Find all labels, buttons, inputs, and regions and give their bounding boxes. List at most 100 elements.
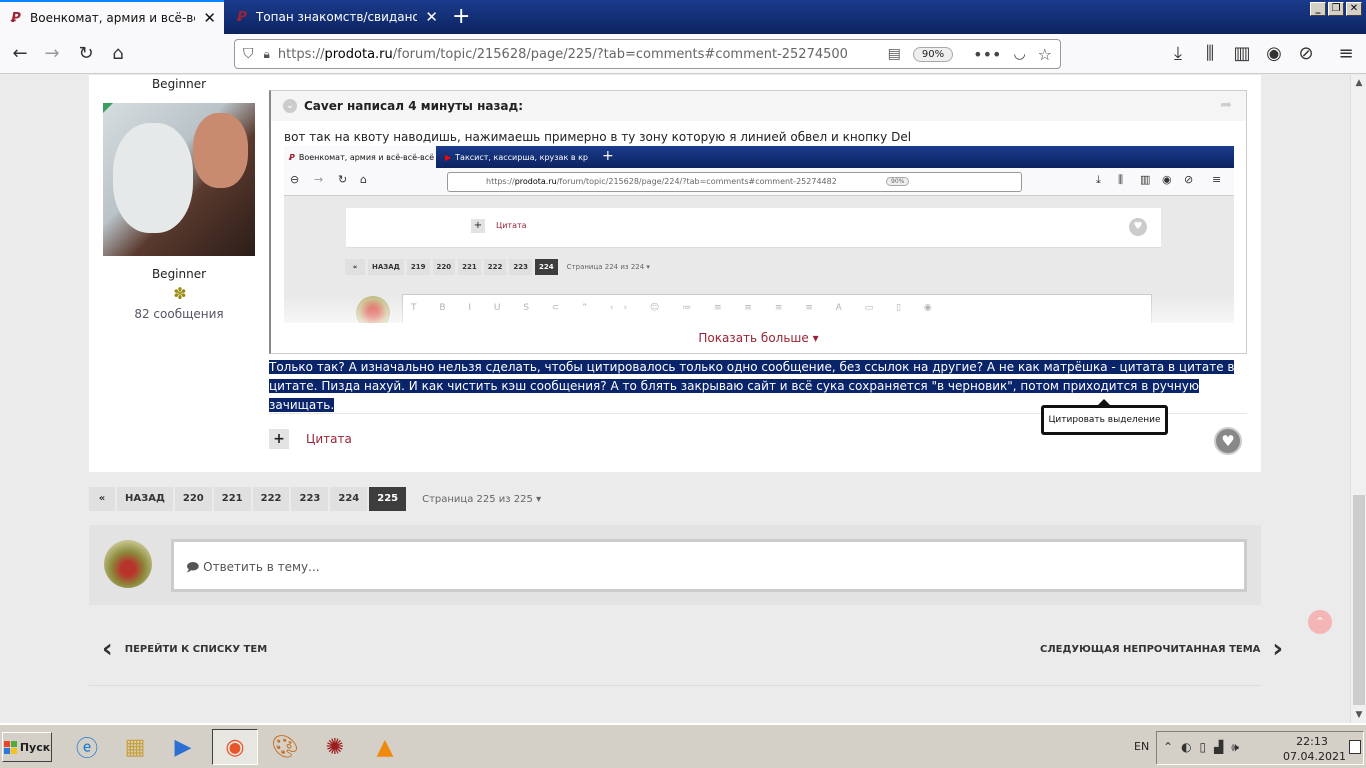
- quote-plus-button[interactable]: +: [269, 429, 289, 449]
- close-icon[interactable]: ✕: [203, 9, 216, 27]
- lock-icon[interactable]: 🔒︎: [264, 47, 270, 62]
- tab-voenkomat[interactable]: Ꝑ Военкомат, армия и всё-всё-всё ✕: [0, 0, 224, 34]
- new-tab-icon: +: [602, 148, 614, 164]
- embedded-page-link: 221: [458, 259, 481, 275]
- window-controls: _ ❐ ✕: [1310, 2, 1362, 16]
- game-app-icon[interactable]: ✺: [312, 729, 358, 765]
- close-icon[interactable]: ✕: [425, 8, 438, 26]
- embedded-tab-title: Таксист, кассирша, крузак в кр: [455, 152, 588, 162]
- back-icon[interactable]: ←: [8, 42, 32, 66]
- embedded-pager: « НАЗАД 219 220 221 222 223 224 Страница…: [345, 259, 650, 275]
- caret-down-icon: ▾: [812, 331, 819, 345]
- downloads-icon[interactable]: ⤓: [1166, 42, 1190, 66]
- share-icon[interactable]: ➦: [1220, 97, 1232, 113]
- more-actions-icon[interactable]: •••: [973, 45, 1001, 64]
- internet-explorer-icon[interactable]: ⓔ: [64, 729, 110, 765]
- youtube-favicon-icon: ▶: [445, 152, 452, 162]
- page-link[interactable]: 224: [330, 487, 368, 511]
- menu-icon[interactable]: ≡: [1334, 42, 1358, 66]
- zoom-badge[interactable]: 90%: [912, 46, 954, 62]
- start-label: Пуск: [19, 740, 51, 754]
- menu-icon: ≡: [1212, 173, 1222, 186]
- minimize-icon[interactable]: _: [1310, 2, 1326, 16]
- sidebar-icon[interactable]: ▥: [1230, 42, 1254, 66]
- page-link[interactable]: 221: [213, 487, 251, 511]
- forum-post: Beginner Beginner ✽ 82 сообщения ⌄ Caver…: [89, 75, 1261, 472]
- pocket-icon[interactable]: ◡: [1013, 46, 1025, 62]
- reader-view-icon[interactable]: ▤: [888, 46, 901, 62]
- account-icon: ◉: [1162, 173, 1172, 186]
- quote-selection-label[interactable]: Цитировать выделение: [1044, 408, 1165, 432]
- prodota-favicon-icon: Ꝑ: [237, 9, 247, 25]
- current-page[interactable]: 225: [369, 487, 407, 511]
- comment-icon: 🗩︎: [186, 560, 200, 574]
- start-button[interactable]: Пуск: [2, 732, 52, 762]
- clock-time[interactable]: 22:13: [1287, 735, 1337, 748]
- embedded-screenshot[interactable]: Ꝑ Военкомат, армия и всё-всё-всё ✕ ▶ Так…: [284, 146, 1234, 323]
- new-tab-icon[interactable]: +: [452, 4, 470, 29]
- quote-block: ⌄ Caver написал 4 минуты назад: ➦ вот та…: [269, 90, 1247, 354]
- close-window-icon[interactable]: ✕: [1346, 2, 1362, 16]
- nav-bar: ← → ↻ ⌂ ⛉ 🔒︎ https://prodota.ru/forum/to…: [0, 34, 1366, 74]
- page-link[interactable]: 220: [174, 487, 212, 511]
- restore-icon[interactable]: ❐: [1328, 2, 1344, 16]
- next-unread-topic-link[interactable]: СЛЕДУЮЩАЯ НЕПРОЧИТАННАЯ ТЕМА ›: [1040, 636, 1283, 662]
- quote-header: ⌄ Caver написал 4 минуты назад: ➦: [271, 91, 1246, 121]
- embedded-tab: Ꝑ Военкомат, армия и всё-всё-всё ✕: [284, 146, 436, 168]
- tab-topan[interactable]: Ꝑ Топан знакомств/свиданок с дев ✕: [226, 0, 446, 34]
- volume-icon: 🕪︎: [1231, 740, 1247, 754]
- author-name-top[interactable]: Beginner: [89, 77, 269, 91]
- reply-input[interactable]: 🗩︎ Ответить в тему...: [171, 539, 1247, 592]
- blocked-icon[interactable]: ⊘: [1294, 42, 1318, 66]
- user-avatar[interactable]: [104, 540, 152, 588]
- reload-icon[interactable]: ↻: [74, 42, 98, 66]
- paint-icon[interactable]: 🎨︎: [262, 729, 308, 765]
- page-content: Beginner Beginner ✽ 82 сообщения ⌄ Caver…: [0, 75, 1350, 723]
- media-player-icon[interactable]: ▶: [160, 729, 206, 765]
- url-text[interactable]: https://prodota.ru/forum/topic/215628/pa…: [278, 47, 888, 62]
- topic-list-link[interactable]: ‹ ПЕРЕЙТИ К СПИСКУ ТЕМ: [102, 636, 267, 662]
- language-indicator[interactable]: EN: [1134, 740, 1149, 753]
- chevron-down-icon[interactable]: ⌄: [283, 99, 297, 113]
- scroll-to-top-icon[interactable]: ⌃: [1308, 610, 1332, 634]
- quote-author[interactable]: Caver написал 4 минуты назад:: [304, 99, 523, 113]
- url-bar[interactable]: ⛉ 🔒︎ https://prodota.ru/forum/topic/2156…: [234, 39, 1061, 69]
- author-avatar[interactable]: [103, 103, 255, 256]
- embedded-page-info: Страница 224 из 224 ▾: [566, 263, 650, 271]
- embedded-tab-bar: Ꝑ Военкомат, армия и всё-всё-всё ✕ ▶ Так…: [284, 146, 1234, 168]
- prev-page-button[interactable]: НАЗАД: [117, 487, 173, 511]
- quote-selection-tooltip[interactable]: Цитировать выделение: [1041, 399, 1168, 435]
- account-icon[interactable]: ◉: [1262, 42, 1286, 66]
- shield-icon[interactable]: ⛉: [243, 46, 254, 62]
- page-scrollbar[interactable]: ▲ ▼: [1350, 75, 1366, 723]
- page-link[interactable]: 222: [252, 487, 290, 511]
- library-icon[interactable]: ⫼: [1198, 42, 1222, 66]
- bookmark-star-icon[interactable]: ☆: [1038, 45, 1052, 64]
- tray-icons[interactable]: ⌃◐▯▟🕪︎: [1163, 740, 1247, 755]
- file-explorer-icon[interactable]: ▦: [112, 729, 158, 765]
- plus-icon: +: [471, 219, 485, 233]
- clock-date[interactable]: 07.04.2021: [1283, 750, 1346, 763]
- back-icon: ⊖: [290, 173, 300, 186]
- scrollbar-thumb[interactable]: [1353, 495, 1365, 705]
- next-unread-label: СЛЕДУЮЩАЯ НЕПРОЧИТАННАЯ ТЕМА: [1040, 643, 1261, 655]
- embedded-nav-bar: ⊖ → ↻ ⌂ https://prodota.ru/forum/topic/2…: [284, 168, 1234, 196]
- quote-link[interactable]: Цитата: [306, 432, 352, 446]
- first-page-icon[interactable]: «: [89, 487, 115, 511]
- notification-icon[interactable]: [1349, 740, 1361, 754]
- signal-icon: ▟: [1214, 740, 1232, 754]
- home-icon[interactable]: ⌂: [106, 42, 130, 66]
- blocked-icon: ⊘: [1184, 173, 1194, 186]
- scroll-down-icon[interactable]: ▼: [1351, 707, 1366, 723]
- firefox-icon[interactable]: ◉: [212, 729, 258, 765]
- downloads-icon: ⤓: [1096, 173, 1101, 186]
- page-info-dropdown[interactable]: Страница 225 из 225 ▾: [422, 494, 541, 505]
- like-heart-icon[interactable]: ♥: [1214, 427, 1242, 455]
- vlc-icon[interactable]: ▲: [362, 729, 408, 765]
- page-link[interactable]: 223: [291, 487, 329, 511]
- forward-icon[interactable]: →: [40, 42, 64, 66]
- scroll-up-icon[interactable]: ▲: [1351, 75, 1366, 91]
- fade-overlay: [284, 296, 1234, 323]
- library-icon: ⫼: [1118, 173, 1124, 186]
- show-more-link[interactable]: Показать больше ▾: [271, 331, 1246, 345]
